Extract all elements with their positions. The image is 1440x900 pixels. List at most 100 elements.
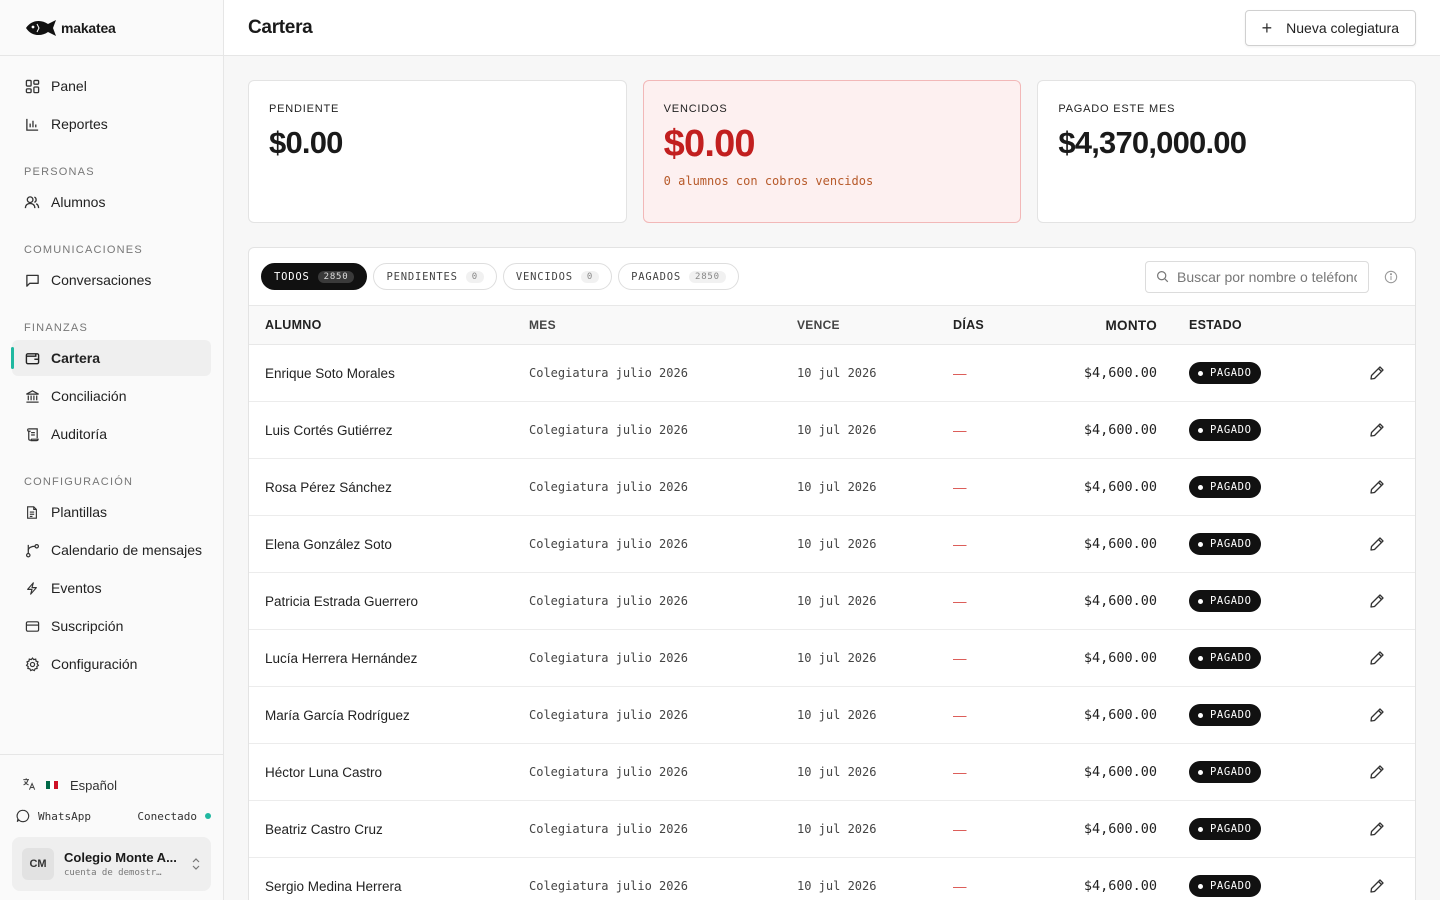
tuition-month: Colegiatura julio 2026 (529, 879, 688, 893)
sidebar-item-calendario[interactable]: Calendario de mensajes (12, 532, 211, 568)
column-header[interactable]: MONTO (1033, 306, 1157, 345)
pencil-icon[interactable] (1367, 420, 1387, 440)
sidebar-item-suscripcion[interactable]: Suscripción (12, 608, 211, 644)
student-name[interactable]: Rosa Pérez Sánchez (249, 459, 529, 516)
language-selector[interactable]: Español (12, 767, 211, 803)
grid-icon (24, 78, 40, 94)
filter-pagados[interactable]: PAGADOS 2850 (618, 263, 739, 290)
filter-count: 2850 (317, 270, 355, 283)
sidebar-item-label: Conversaciones (51, 272, 152, 288)
tuition-month: Colegiatura julio 2026 (529, 594, 688, 608)
tuition-month: Colegiatura julio 2026 (529, 765, 688, 779)
new-tuition-button[interactable]: + Nueva colegiatura (1244, 9, 1416, 46)
student-name[interactable]: Héctor Luna Castro (249, 744, 529, 801)
info-icon[interactable] (1379, 265, 1403, 289)
due-date: 10 jul 2026 (797, 423, 877, 437)
account-switcher[interactable]: CM Colegio Monte A... cuenta de demostr… (12, 837, 211, 891)
due-date: 10 jul 2026 (797, 651, 877, 665)
tuition-month: Colegiatura julio 2026 (529, 822, 688, 836)
status-label: PAGADO (1210, 880, 1252, 892)
days-overdue: — (953, 422, 967, 438)
filter-vencidos[interactable]: VENCIDOS 0 (502, 263, 613, 290)
student-name[interactable]: Elena González Soto (249, 516, 529, 573)
credit-card-icon (24, 618, 40, 634)
amount: $4,600.00 (1083, 707, 1157, 723)
pencil-icon[interactable] (1367, 363, 1387, 383)
pencil-icon[interactable] (1367, 648, 1387, 668)
pencil-icon[interactable] (1367, 705, 1387, 725)
due-date: 10 jul 2026 (797, 879, 877, 893)
sidebar-item-panel[interactable]: Panel (12, 68, 211, 104)
pencil-icon[interactable] (1367, 477, 1387, 497)
actions-cell (1307, 459, 1415, 516)
column-header[interactable]: VENCE (797, 306, 953, 345)
table-row[interactable]: Rosa Pérez Sánchez Colegiatura julio 2026… (249, 459, 1415, 516)
student-name[interactable]: Patricia Estrada Guerrero (249, 573, 529, 630)
filter-count: 2850 (688, 270, 726, 283)
sidebar-item-reportes[interactable]: Reportes (12, 106, 211, 142)
brand[interactable]: makatea (0, 0, 223, 56)
tuition-month: Colegiatura julio 2026 (529, 366, 688, 380)
status-dot (1198, 541, 1203, 547)
status-label: PAGADO (1210, 766, 1252, 778)
filter-pendientes[interactable]: PENDIENTES 0 (373, 263, 497, 290)
pencil-icon[interactable] (1367, 591, 1387, 611)
pencil-icon[interactable] (1367, 762, 1387, 782)
tuition-month: Colegiatura julio 2026 (529, 537, 688, 551)
table-row[interactable]: Elena González Soto Colegiatura julio 202… (249, 516, 1415, 573)
table-row[interactable]: Lucía Herrera Hernández Colegiatura julio… (249, 630, 1415, 687)
sidebar-item-alumnos[interactable]: Alumnos (12, 184, 211, 220)
tuition-month: Colegiatura julio 2026 (529, 423, 688, 437)
column-header[interactable]: ESTADO (1157, 306, 1307, 345)
student-name[interactable]: Luis Cortés Gutiérrez (249, 402, 529, 459)
actions-cell (1307, 801, 1415, 858)
table-row[interactable]: María García Rodríguez Colegiatura julio … (249, 687, 1415, 744)
table-row[interactable]: Enrique Soto Morales Colegiatura julio 20… (249, 345, 1415, 402)
filter-label: PAGADOS (631, 270, 681, 283)
filter-todos[interactable]: TODOS 2850 (261, 263, 368, 290)
sidebar-nav: Panel Reportes PERSONAS Alumnos COMUNICA… (0, 56, 223, 682)
sidebar-item-label: Plantillas (51, 504, 108, 520)
pencil-icon[interactable] (1367, 876, 1387, 896)
student-name[interactable]: Lucía Herrera Hernández (249, 630, 529, 687)
pencil-icon[interactable] (1367, 534, 1387, 554)
table-row[interactable]: Patricia Estrada Guerrero Colegiatura jul… (249, 573, 1415, 630)
column-header[interactable]: MES (529, 306, 797, 345)
scroll-icon (24, 426, 40, 442)
sidebar-item-plantillas[interactable]: Plantillas (12, 494, 211, 530)
sidebar: makatea Panel Reportes PERSONAS Alumnos … (0, 0, 224, 900)
sidebar-item-auditoria[interactable]: Auditoría (12, 416, 211, 452)
due-date: 10 jul 2026 (797, 594, 877, 608)
sidebar-item-configuracion[interactable]: Configuración (12, 646, 211, 682)
sidebar-item-conversaciones[interactable]: Conversaciones (12, 262, 211, 298)
sidebar-item-cartera[interactable]: Cartera (11, 340, 211, 376)
status-badge: PAGADO (1189, 761, 1261, 783)
sidebar-item-eventos[interactable]: Eventos (12, 570, 211, 606)
bank-icon (24, 388, 40, 404)
card-vencidos: VENCIDOS $0.00 0 alumnos con cobros venc… (642, 80, 1022, 223)
sidebar-item-conciliacion[interactable]: Conciliación (12, 378, 211, 414)
amount: $4,600.00 (1083, 365, 1157, 381)
actions-cell (1307, 630, 1415, 687)
due-date: 10 jul 2026 (797, 708, 877, 722)
search-input[interactable] (1177, 268, 1357, 285)
table-row[interactable]: Héctor Luna Castro Colegiatura julio 2026… (249, 744, 1415, 801)
student-name[interactable]: Enrique Soto Morales (249, 345, 529, 402)
fish-logo-icon (26, 19, 56, 36)
table-row[interactable]: Beatriz Castro Cruz Colegiatura julio 202… (249, 801, 1415, 858)
student-name[interactable]: Sergio Medina Herrera (249, 858, 529, 900)
student-name[interactable]: Beatriz Castro Cruz (249, 801, 529, 858)
wallet-icon (24, 350, 40, 366)
student-name[interactable]: María García Rodríguez (249, 687, 529, 744)
days-overdue: — (953, 707, 967, 723)
whatsapp-label: WhatsApp (38, 809, 91, 823)
column-header[interactable]: DÍAS (953, 306, 1033, 345)
pencil-icon[interactable] (1367, 819, 1387, 839)
due-date: 10 jul 2026 (797, 765, 877, 779)
table-row[interactable]: Sergio Medina Herrera Colegiatura julio 2… (249, 858, 1415, 900)
table-row[interactable]: Luis Cortés Gutiérrez Colegiatura julio 2… (249, 402, 1415, 459)
sidebar-item-label: Conciliación (51, 388, 127, 404)
filter-count: 0 (580, 270, 600, 283)
column-header[interactable]: ALUMNO (249, 306, 529, 345)
document-icon (24, 504, 40, 520)
